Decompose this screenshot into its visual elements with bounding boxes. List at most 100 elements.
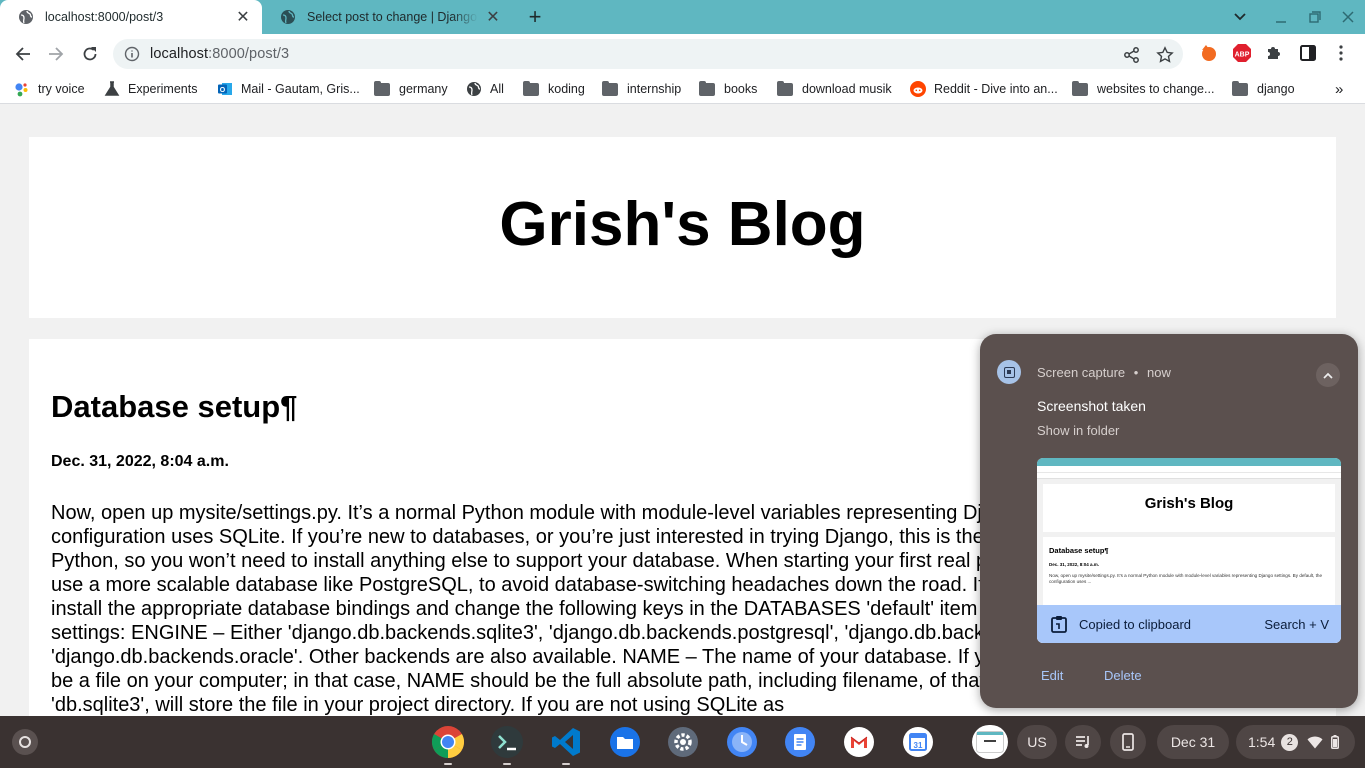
close-tab-icon[interactable]: ✕ xyxy=(484,8,502,26)
calendar-icon: 31 xyxy=(903,727,933,757)
running-indicator xyxy=(444,763,452,765)
reload-button[interactable] xyxy=(76,40,104,68)
close-tab-icon[interactable]: ✕ xyxy=(234,8,252,26)
clock-time: 1:54 xyxy=(1248,734,1276,750)
notification-separator: • xyxy=(1133,365,1139,380)
notification-time: now xyxy=(1146,365,1171,380)
calendar-app[interactable]: 31 xyxy=(900,724,936,760)
blog-title: Grish's Blog xyxy=(499,190,866,259)
tab-post[interactable]: localhost:8000/post/3 ✕ xyxy=(0,0,262,34)
extensions-puzzle-icon[interactable] xyxy=(1264,43,1284,63)
vscode-icon xyxy=(552,728,580,756)
tab-title: Select post to change | Django site admi… xyxy=(307,10,478,24)
bookmark-websites[interactable]: websites to change... xyxy=(1072,80,1214,98)
bookmark-reddit[interactable]: Reddit - Dive into an... xyxy=(910,80,1058,98)
extension-orange-icon[interactable] xyxy=(1198,43,1218,63)
folder-icon xyxy=(1232,80,1248,96)
blog-header: Grish's Blog xyxy=(29,137,1336,318)
bookmark-germany[interactable]: germany xyxy=(374,80,448,98)
terminal-icon xyxy=(491,726,523,758)
bookmarks-bar: try voice Experiments O Mail - Gautam, G… xyxy=(0,74,1365,104)
terminal-app[interactable] xyxy=(489,724,525,765)
chrome-icon xyxy=(431,726,465,759)
side-panel-icon[interactable] xyxy=(1298,43,1318,63)
docs-app[interactable] xyxy=(782,724,818,760)
tab-title: localhost:8000/post/3 xyxy=(45,10,164,24)
launcher-button[interactable] xyxy=(12,729,38,755)
folder-icon xyxy=(699,80,715,96)
phone-hub-button[interactable] xyxy=(1110,725,1146,759)
ime-button[interactable]: US xyxy=(1017,725,1057,759)
share-icon[interactable] xyxy=(1123,46,1141,64)
clipboard-bar[interactable]: Copied to clipboard Search + V xyxy=(1037,605,1341,643)
bookmark-mail[interactable]: O Mail - Gautam, Gris... xyxy=(217,80,360,98)
bookmark-label: Reddit - Dive into an... xyxy=(934,82,1058,96)
info-icon[interactable] xyxy=(124,46,140,62)
new-tab-button[interactable]: + xyxy=(522,4,548,30)
reload-icon xyxy=(83,47,97,61)
arrow-left-icon xyxy=(15,47,30,61)
bookmark-all[interactable]: All xyxy=(466,80,504,98)
files-app[interactable] xyxy=(607,724,643,760)
clipboard-shortcut: Search + V xyxy=(1264,616,1329,632)
arrow-right-icon xyxy=(49,47,64,61)
screenshot-notification[interactable]: Screen capture • now Screenshot taken Sh… xyxy=(980,334,1358,708)
bookmark-books[interactable]: books xyxy=(699,80,757,98)
bookmark-star-icon[interactable] xyxy=(1156,46,1174,64)
clipboard-label: Copied to clipboard xyxy=(1079,616,1192,632)
close-window-icon[interactable] xyxy=(1331,0,1365,34)
url-path: :8000/post/3 xyxy=(208,46,290,62)
chrome-app[interactable] xyxy=(430,724,466,765)
settings-app[interactable] xyxy=(665,724,701,760)
more-menu-icon[interactable] xyxy=(1331,43,1351,63)
reddit-icon xyxy=(910,81,926,97)
bookmark-label: try voice xyxy=(38,82,85,96)
clipboard-icon xyxy=(1051,616,1067,633)
minimize-icon[interactable] xyxy=(1264,0,1298,34)
bookmark-try-voice[interactable]: try voice xyxy=(14,80,85,98)
google-assistant-icon xyxy=(15,83,28,97)
bookmark-label: koding xyxy=(548,82,585,96)
adblock-plus-icon[interactable]: ABP xyxy=(1232,43,1252,63)
bookmark-django[interactable]: django xyxy=(1232,80,1295,98)
screenshot-holding-space[interactable] xyxy=(972,725,1008,759)
bookmark-label: germany xyxy=(399,82,448,96)
back-button[interactable] xyxy=(9,40,37,68)
bookmark-internship[interactable]: internship xyxy=(602,80,681,98)
folder-icon xyxy=(374,80,390,96)
bookmark-label: Mail - Gautam, Gris... xyxy=(241,82,360,96)
collapse-notification-button[interactable] xyxy=(1316,363,1340,387)
forward-button[interactable] xyxy=(42,40,70,68)
battery-icon xyxy=(1331,735,1340,749)
date-tray[interactable]: Dec 31 xyxy=(1157,725,1229,759)
edit-button[interactable]: Edit xyxy=(1041,668,1063,683)
clock-app[interactable] xyxy=(724,724,760,760)
gmail-app[interactable] xyxy=(841,724,877,760)
restore-icon[interactable] xyxy=(1298,0,1332,34)
bookmark-label: Experiments xyxy=(128,82,198,96)
notification-app-name: Screen capture xyxy=(1037,365,1126,380)
folder-icon xyxy=(523,80,539,96)
thumbnail-post-body: Now, open up mysite/settings.py. It’s a … xyxy=(1049,573,1323,584)
media-controls-button[interactable] xyxy=(1065,725,1101,759)
tab-search-icon[interactable] xyxy=(1223,0,1257,34)
show-in-folder-link[interactable]: Show in folder xyxy=(1037,423,1119,438)
bookmark-experiments[interactable]: Experiments xyxy=(104,80,197,98)
vscode-app[interactable] xyxy=(548,724,584,765)
bookmarks-overflow-button[interactable]: » xyxy=(1335,80,1343,98)
post-title: Database setup¶ xyxy=(51,389,298,424)
playlist-icon xyxy=(1076,736,1089,748)
bookmark-label: websites to change... xyxy=(1097,82,1215,96)
bookmark-download-musik[interactable]: download musik xyxy=(777,80,892,98)
tab-django-admin[interactable]: Select post to change | Django site admi… xyxy=(262,0,512,34)
status-tray[interactable]: 1:54 2 xyxy=(1236,725,1355,759)
notification-title: Screenshot taken xyxy=(1037,398,1146,414)
delete-button[interactable]: Delete xyxy=(1104,668,1142,683)
svg-text:ABP: ABP xyxy=(1235,52,1250,59)
running-indicator xyxy=(503,763,511,765)
bookmark-koding[interactable]: koding xyxy=(523,80,585,98)
chevron-up-icon xyxy=(1323,372,1333,379)
screen-capture-icon xyxy=(997,360,1021,384)
url-host: localhost xyxy=(150,46,209,62)
address-bar[interactable]: localhost:8000/post/3 xyxy=(113,39,1183,69)
